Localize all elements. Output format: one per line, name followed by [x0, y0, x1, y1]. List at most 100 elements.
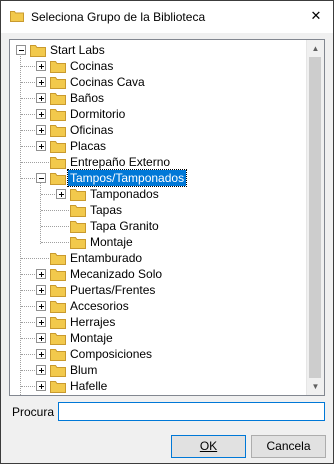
tree-node[interactable]: Tapa Granito	[10, 218, 210, 234]
folder-icon	[50, 61, 66, 73]
expand-icon[interactable]	[36, 333, 46, 343]
folder-icon	[50, 253, 66, 265]
folder-icon	[50, 93, 66, 105]
tree-node-label: Tampos/Tamponados	[66, 169, 188, 187]
expand-icon[interactable]	[36, 269, 46, 279]
cancel-button-label: Cancela	[266, 439, 311, 453]
tree-node-root[interactable]: Start Labs	[10, 42, 210, 58]
expand-icon[interactable]	[36, 77, 46, 87]
folder-icon	[50, 109, 66, 121]
tree-node[interactable]: Herrajes	[10, 314, 210, 330]
folder-icon	[50, 317, 66, 329]
close-icon: ✕	[310, 8, 322, 23]
tree-node-label: Blum	[70, 363, 98, 377]
tree-node-label: Baños	[70, 91, 105, 105]
folder-icon	[50, 141, 66, 153]
folder-icon	[50, 125, 66, 137]
window-title: Seleciona Grupo de la Biblioteca	[31, 10, 206, 24]
expand-icon[interactable]	[36, 285, 46, 295]
folder-icon	[70, 205, 86, 217]
folder-icon	[70, 237, 86, 249]
tree-node[interactable]: Cocinas	[10, 58, 210, 74]
tree-node[interactable]: Baños	[10, 90, 210, 106]
tree-node-label: Tamponados	[90, 187, 159, 201]
folder-icon	[50, 269, 66, 281]
expand-icon[interactable]	[36, 141, 46, 151]
expand-icon[interactable]	[56, 189, 66, 199]
expand-icon[interactable]	[36, 109, 46, 119]
tree-node-label: Entrepaño Externo	[70, 155, 171, 169]
cancel-button[interactable]: Cancela	[251, 435, 326, 458]
tree-node[interactable]: Entrepaño Externo	[10, 154, 210, 170]
folder-icon	[50, 77, 66, 89]
tree-node-label: Puertas/Frentes	[70, 283, 156, 297]
tree-node-label: Mecanizado Solo	[70, 267, 163, 281]
tree-node[interactable]: Accesorios	[10, 298, 210, 314]
ok-button[interactable]: OK	[171, 435, 246, 458]
tree-node-label: Tapa Granito	[90, 219, 159, 233]
tree-node-label: Start Labs	[50, 43, 105, 57]
expand-icon[interactable]	[36, 301, 46, 311]
folder-icon	[70, 189, 86, 201]
tree-node[interactable]: Montaje	[10, 234, 210, 250]
tree-node-label: Herrajes	[70, 315, 116, 329]
collapse-icon[interactable]	[36, 173, 46, 183]
tree-node-label: Cocinas	[70, 59, 114, 73]
folder-open-icon	[50, 173, 66, 185]
tree-node-label: Composiciones	[70, 347, 153, 361]
folder-icon	[50, 333, 66, 345]
tree-node[interactable]: Hafelle	[10, 378, 210, 394]
collapse-icon[interactable]	[16, 45, 26, 55]
folder-icon	[50, 349, 66, 361]
dialog-window: Seleciona Grupo de la Biblioteca ✕ Start…	[0, 0, 334, 464]
tree-node[interactable]: Mecanizado Solo	[10, 266, 210, 282]
tree-node[interactable]: Puertas/Frentes	[10, 282, 210, 298]
folder-icon	[70, 221, 86, 233]
folder-icon	[50, 381, 66, 393]
expand-icon[interactable]	[36, 61, 46, 71]
tree-node-label: Montaje	[70, 331, 113, 345]
tree-node[interactable]: Blum	[10, 362, 210, 378]
expand-icon[interactable]	[36, 381, 46, 391]
tree-node-label: Montaje	[90, 235, 133, 249]
scroll-down-icon[interactable]: ▼	[307, 378, 324, 395]
search-label: Procura	[12, 405, 55, 419]
tree-node[interactable]: Entamburado	[10, 250, 210, 266]
folder-icon	[50, 157, 66, 169]
title-bar[interactable]: Seleciona Grupo de la Biblioteca ✕	[1, 1, 333, 33]
search-input[interactable]	[58, 402, 325, 421]
vertical-scrollbar[interactable]: ▲ ▼	[306, 40, 324, 395]
tree-node-label: Accesorios	[70, 299, 129, 313]
tree-node[interactable]: Placas	[10, 138, 210, 154]
tree-node[interactable]: Oficinas	[10, 122, 210, 138]
tree-node-label: Placas	[70, 139, 107, 153]
tree-node[interactable]: Dormitorio	[10, 106, 210, 122]
folder-icon	[50, 365, 66, 377]
tree-node-selected[interactable]: Tampos/Tamponados	[10, 169, 210, 187]
tree-node-label: Oficinas	[70, 123, 114, 137]
tree-node-label: Hafelle	[70, 379, 108, 393]
expand-icon[interactable]	[36, 93, 46, 103]
expand-icon[interactable]	[36, 317, 46, 327]
tree-node[interactable]: Tamponados	[10, 186, 210, 202]
folder-open-icon	[30, 45, 46, 57]
scroll-up-icon[interactable]: ▲	[307, 40, 324, 57]
tree-node[interactable]: Composiciones	[10, 346, 210, 362]
tree-node-label: Entamburado	[70, 251, 143, 265]
close-button[interactable]: ✕	[299, 1, 333, 31]
library-tree[interactable]: Start Labs Cocinas Cocinas Cava Baños Do…	[9, 39, 325, 396]
expand-icon[interactable]	[36, 365, 46, 375]
tree-node-label: Dormitorio	[70, 107, 126, 121]
tree-node-label: Tapas	[90, 203, 123, 217]
folder-icon	[50, 285, 66, 297]
tree-node[interactable]: Tapas	[10, 202, 210, 218]
tree-node-label: Cocinas Cava	[70, 75, 145, 89]
folder-icon	[50, 301, 66, 313]
expand-icon[interactable]	[36, 125, 46, 135]
ok-button-label: OK	[199, 439, 218, 453]
expand-icon[interactable]	[36, 349, 46, 359]
tree-node[interactable]: Montaje	[10, 330, 210, 346]
tree-content: Start Labs Cocinas Cocinas Cava Baños Do…	[10, 40, 306, 395]
scroll-thumb[interactable]	[309, 57, 321, 378]
tree-node[interactable]: Cocinas Cava	[10, 74, 210, 90]
